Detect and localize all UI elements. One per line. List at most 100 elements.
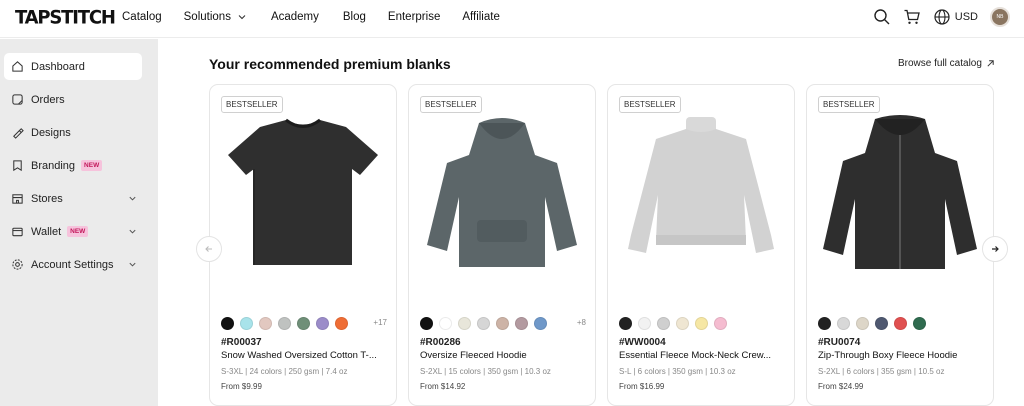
sidebar: Dashboard Orders Designs Branding NEW St… xyxy=(0,39,158,406)
new-badge: NEW xyxy=(67,226,89,237)
page-title: Your recommended premium blanks xyxy=(209,56,451,72)
avatar[interactable]: NB xyxy=(990,7,1010,27)
sidebar-item-designs[interactable]: Designs xyxy=(4,119,142,146)
product-card[interactable]: BESTSELLER +8 #R00286 Oversize Fleeced H… xyxy=(408,84,596,406)
sidebar-item-wallet[interactable]: Wallet NEW xyxy=(4,218,142,245)
color-swatch[interactable] xyxy=(335,317,348,330)
sidebar-item-dashboard[interactable]: Dashboard xyxy=(4,53,142,80)
gear-icon xyxy=(12,259,23,270)
bestseller-badge: BESTSELLER xyxy=(221,96,283,113)
color-swatch[interactable] xyxy=(913,317,926,330)
arrow-right-icon xyxy=(992,246,999,252)
color-swatch[interactable] xyxy=(439,317,452,330)
color-swatch[interactable] xyxy=(695,317,708,330)
color-swatch[interactable] xyxy=(515,317,528,330)
product-card[interactable]: BESTSELLER #RU0074 Zip-Through Boxy Flee… xyxy=(806,84,994,406)
product-code: #RU0074 xyxy=(818,337,861,348)
nav-enterprise[interactable]: Enterprise xyxy=(388,11,440,23)
color-swatch[interactable] xyxy=(818,317,831,330)
nav-academy[interactable]: Academy xyxy=(271,11,319,23)
product-price: From $16.99 xyxy=(619,382,665,391)
browse-catalog-link[interactable]: Browse full catalog xyxy=(898,58,995,69)
color-swatch[interactable] xyxy=(259,317,272,330)
arrow-up-right-icon xyxy=(987,60,994,67)
bestseller-badge: BESTSELLER xyxy=(818,96,880,113)
color-swatch[interactable] xyxy=(477,317,490,330)
color-swatches xyxy=(420,317,553,330)
wallet-icon xyxy=(12,227,23,237)
more-colors-count[interactable]: +8 xyxy=(577,318,586,327)
product-card[interactable]: BESTSELLER +17 #R00037 Snow Washed Overs… xyxy=(209,84,397,406)
product-name[interactable]: Snow Washed Oversized Cotton T-... xyxy=(221,350,389,361)
bestseller-badge: BESTSELLER xyxy=(420,96,482,113)
chevron-down-icon xyxy=(238,15,246,20)
browse-catalog-label: Browse full catalog xyxy=(898,58,982,69)
brush-icon xyxy=(13,128,24,139)
sidebar-item-stores[interactable]: Stores xyxy=(4,185,142,212)
sidebar-item-label: Account Settings xyxy=(31,258,114,271)
color-swatch[interactable] xyxy=(714,317,727,330)
color-swatch[interactable] xyxy=(856,317,869,330)
color-swatch[interactable] xyxy=(619,317,632,330)
color-swatch[interactable] xyxy=(297,317,310,330)
arrow-left-icon xyxy=(205,246,212,252)
sidebar-item-label: Orders xyxy=(31,93,65,106)
carousel-next-button[interactable] xyxy=(982,236,1008,262)
top-bar: TAPSTITCH Catalog Solutions Academy Blog… xyxy=(0,0,1024,38)
color-swatch[interactable] xyxy=(676,317,689,330)
product-name[interactable]: Zip-Through Boxy Fleece Hoodie xyxy=(818,350,986,361)
product-price: From $24.99 xyxy=(818,382,864,391)
more-colors-count[interactable]: +17 xyxy=(373,318,387,327)
product-image xyxy=(228,118,378,265)
color-swatch[interactable] xyxy=(278,317,291,330)
orders-icon xyxy=(12,94,23,105)
color-swatch[interactable] xyxy=(420,317,433,330)
product-price: From $14.92 xyxy=(420,382,466,391)
product-code: #R00037 xyxy=(221,337,262,348)
product-image xyxy=(823,115,977,269)
chevron-down-icon xyxy=(129,262,136,267)
nav-catalog[interactable]: Catalog xyxy=(122,11,162,23)
color-swatch[interactable] xyxy=(221,317,234,330)
color-swatch[interactable] xyxy=(657,317,670,330)
sidebar-item-account-settings[interactable]: Account Settings xyxy=(4,251,142,278)
search-icon[interactable] xyxy=(873,8,891,26)
sidebar-item-branding[interactable]: Branding NEW xyxy=(4,152,142,179)
color-swatches xyxy=(619,317,733,330)
color-swatches xyxy=(818,317,932,330)
globe-icon[interactable] xyxy=(933,8,951,26)
sidebar-item-label: Designs xyxy=(31,126,71,139)
color-swatch[interactable] xyxy=(875,317,888,330)
color-swatch[interactable] xyxy=(240,317,253,330)
currency-selector[interactable]: USD xyxy=(955,11,978,23)
color-swatch[interactable] xyxy=(458,317,471,330)
nav-blog[interactable]: Blog xyxy=(343,11,366,23)
nav-solutions-label: Solutions xyxy=(183,11,231,23)
nav-affiliate[interactable]: Affiliate xyxy=(462,11,500,23)
color-swatch[interactable] xyxy=(638,317,651,330)
new-badge: NEW xyxy=(81,160,103,171)
bookmark-icon xyxy=(13,160,22,172)
cart-icon[interactable] xyxy=(903,8,921,26)
color-swatch[interactable] xyxy=(837,317,850,330)
product-code: #WW0004 xyxy=(619,337,666,348)
color-swatch[interactable] xyxy=(534,317,547,330)
sidebar-item-label: Stores xyxy=(31,192,63,205)
chevron-down-icon xyxy=(129,229,136,234)
sidebar-item-orders[interactable]: Orders xyxy=(4,86,142,113)
product-name[interactable]: Oversize Fleeced Hoodie xyxy=(420,350,588,361)
color-swatch[interactable] xyxy=(316,317,329,330)
product-image xyxy=(628,117,774,253)
product-specs: S-2XL | 6 colors | 355 gsm | 10.5 oz xyxy=(818,367,945,376)
carousel-prev-button[interactable] xyxy=(196,236,222,262)
nav-solutions[interactable]: Solutions xyxy=(184,11,247,23)
color-swatch[interactable] xyxy=(894,317,907,330)
logo[interactable]: TAPSTITCH xyxy=(15,6,116,28)
product-card[interactable]: BESTSELLER #WW0004 Essential Fleece Mock… xyxy=(607,84,795,406)
product-specs: S-L | 6 colors | 350 gsm | 10.3 oz xyxy=(619,367,736,376)
header-actions: USD NB xyxy=(861,7,1010,27)
sidebar-item-label: Wallet xyxy=(31,225,62,238)
product-price: From $9.99 xyxy=(221,382,262,391)
color-swatch[interactable] xyxy=(496,317,509,330)
product-name[interactable]: Essential Fleece Mock-Neck Crew... xyxy=(619,350,787,361)
